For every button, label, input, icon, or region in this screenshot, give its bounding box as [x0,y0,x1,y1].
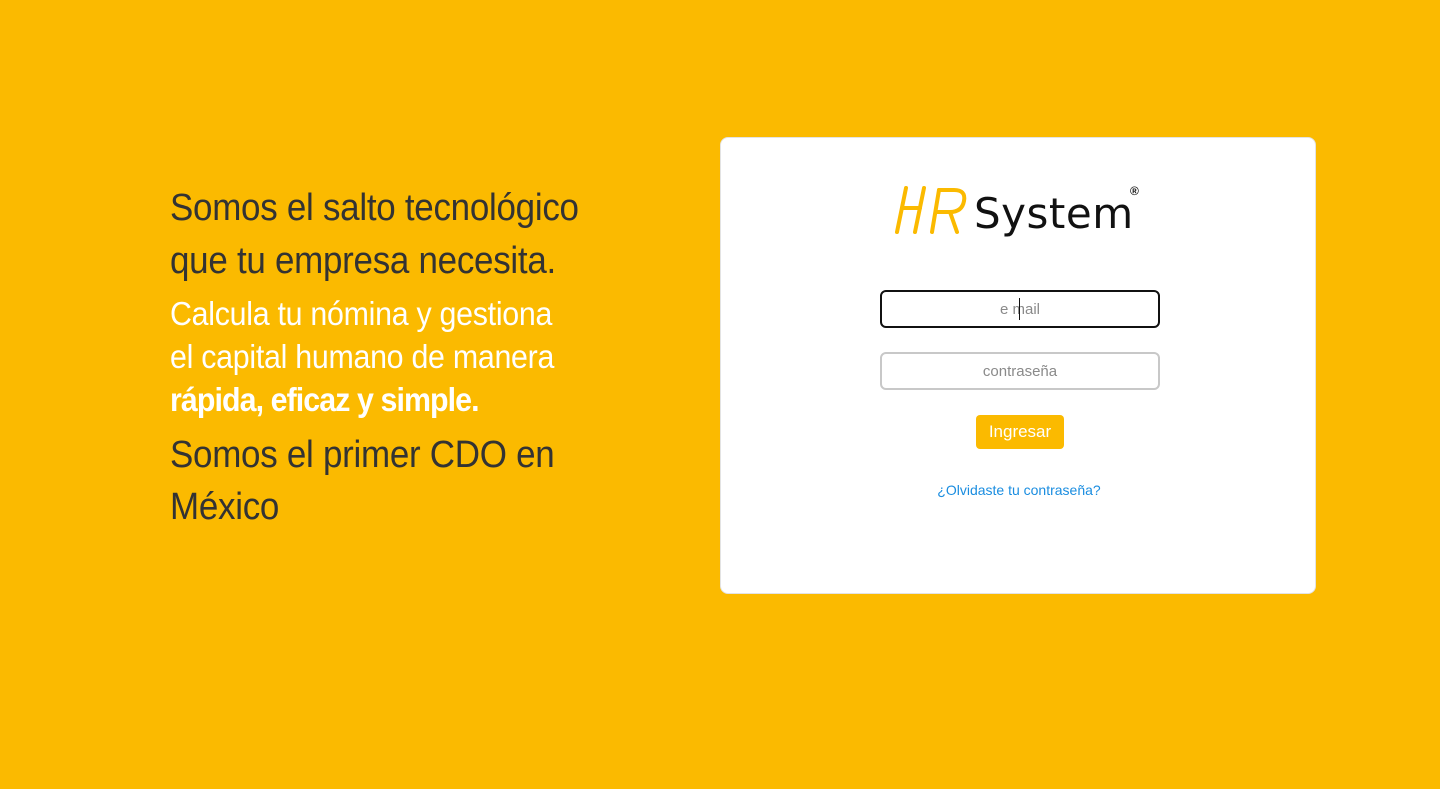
hero-section: Somos el salto tecnológico que tu empres… [170,180,670,533]
login-card: System ® Ingresar ¿Olvidaste tu contrase… [720,137,1316,594]
hero-subtext-bold: rápida, eficaz y simple. [170,381,480,418]
forgot-password-link[interactable]: ¿Olvidaste tu contraseña? [721,482,1317,498]
hero-subtext-2: el capital humano de manera [170,338,555,375]
logo-wordmark: System [974,189,1134,238]
text-caret [1019,298,1020,320]
login-button[interactable]: Ingresar [976,415,1064,449]
login-page: Somos el salto tecnológico que tu empres… [0,0,1440,789]
registered-mark: ® [1130,184,1139,198]
hero-headline-2: que tu empresa necesita. [170,240,556,282]
hero-cdo-line-1: Somos el primer CDO en [170,434,555,476]
hero-subtext-1: Calcula tu nómina y gestiona [170,295,553,332]
email-field[interactable] [880,290,1160,328]
hero-cdo-line-2: México [170,486,280,528]
password-field[interactable] [880,352,1160,390]
hero-headline-1: Somos el salto tecnológico [170,187,579,229]
hr-logo-mark-icon [895,186,967,234]
hr-system-logo: System ® [894,184,1154,244]
